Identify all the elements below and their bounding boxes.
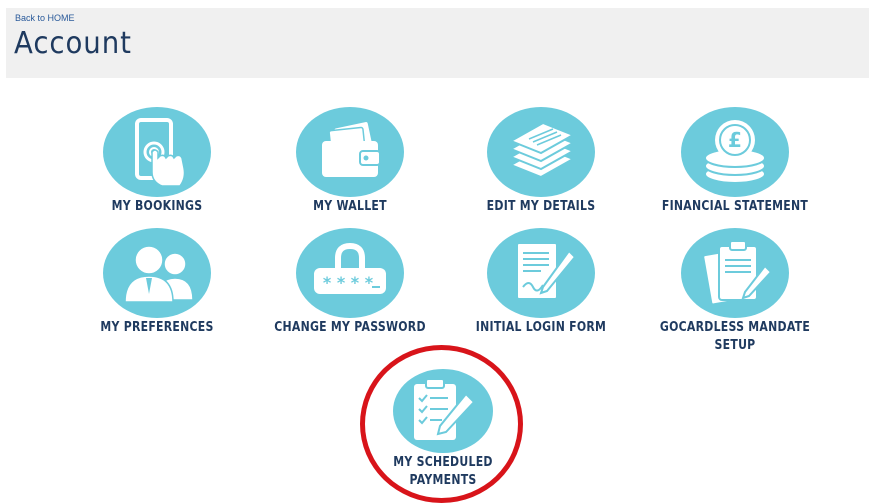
tile-my-wallet[interactable]: MY WALLET xyxy=(255,107,445,216)
svg-text:* * * *: * * * * xyxy=(323,273,374,292)
page-header: Back to HOME Account xyxy=(6,8,869,78)
tile-label: MY SCHEDULED PAYMENTS xyxy=(393,455,493,488)
tile-gocardless-mandate-setup[interactable]: GOCARDLESS MANDATE SETUP xyxy=(640,228,830,355)
documents-stack-icon xyxy=(487,107,595,197)
tile-label: INITIAL LOGIN FORM xyxy=(475,320,607,335)
people-icon xyxy=(103,228,211,318)
tile-change-my-password[interactable]: * * * * CHANGE MY PASSWORD xyxy=(255,228,445,337)
tile-my-bookings[interactable]: MY BOOKINGS xyxy=(62,107,252,216)
tile-label: MY PREFERENCES xyxy=(100,320,214,335)
tile-initial-login-form[interactable]: INITIAL LOGIN FORM xyxy=(446,228,636,337)
tile-my-scheduled-payments[interactable]: MY SCHEDULED PAYMENTS xyxy=(348,369,538,490)
tile-label: MY BOOKINGS xyxy=(111,199,203,214)
tile-label: CHANGE MY PASSWORD xyxy=(274,320,426,335)
tile-label: MY WALLET xyxy=(313,199,387,214)
form-pen-icon xyxy=(487,228,595,318)
tile-edit-my-details[interactable]: EDIT MY DETAILS xyxy=(446,107,636,216)
tap-phone-icon xyxy=(103,107,211,197)
checklist-pen-icon xyxy=(393,369,493,453)
page-title: Account xyxy=(14,26,132,61)
tile-my-preferences[interactable]: MY PREFERENCES xyxy=(62,228,252,337)
padlock-password-icon: * * * * xyxy=(296,228,404,318)
tile-label: GOCARDLESS MANDATE SETUP xyxy=(659,320,811,353)
clipboard-pen-icon xyxy=(681,228,789,318)
tile-label: EDIT MY DETAILS xyxy=(486,199,596,214)
tile-financial-statement[interactable]: £ FINANCIAL STATEMENT xyxy=(640,107,830,216)
wallet-icon xyxy=(296,107,404,197)
pound-coins-icon: £ xyxy=(681,107,789,197)
svg-text:£: £ xyxy=(728,128,742,152)
back-to-home-link[interactable]: Back to HOME xyxy=(15,13,75,23)
tile-label: FINANCIAL STATEMENT xyxy=(661,199,809,214)
